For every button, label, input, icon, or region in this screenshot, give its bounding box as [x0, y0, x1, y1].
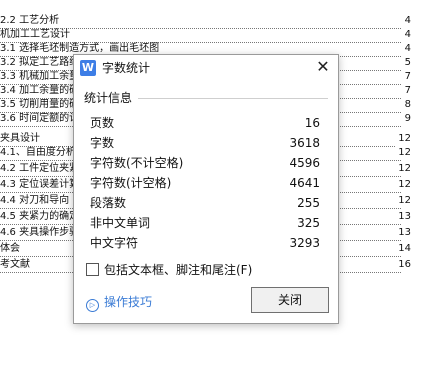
- toc-line: 2.2 工艺分析 4: [0, 14, 411, 29]
- stat-value: 4596: [289, 156, 320, 170]
- stat-label: 段落数: [90, 196, 127, 210]
- tips-label: 操作技巧: [104, 295, 153, 309]
- stat-chinese-chars: 中文字符 3293: [74, 233, 338, 253]
- stat-chars-with-spaces: 字符数(计空格) 4641: [74, 173, 338, 193]
- stat-label: 字符数(不计空格): [90, 156, 184, 170]
- stat-non-chinese-words: 非中文单词 325: [74, 213, 338, 233]
- stat-pages: 页数 16: [74, 113, 338, 133]
- toc-line: 机加工工艺设计 4: [0, 28, 411, 43]
- include-textboxes-option[interactable]: 包括文本框、脚注和尾注(F): [86, 263, 252, 277]
- stat-label: 中文字符: [90, 236, 139, 250]
- stat-value: 16: [304, 116, 320, 130]
- stat-value: 3293: [289, 236, 320, 250]
- wps-writer-icon: W: [80, 60, 96, 76]
- dialog-titlebar[interactable]: W 字数统计 ✕: [74, 55, 338, 81]
- close-button[interactable]: 关闭: [251, 287, 329, 313]
- stat-label: 页数: [90, 116, 115, 130]
- dialog-title: 字数统计: [102, 61, 151, 75]
- stat-label: 字符数(计空格): [90, 176, 172, 190]
- include-textboxes-checkbox[interactable]: [86, 263, 99, 276]
- tips-link[interactable]: ▷ 操作技巧: [86, 295, 152, 312]
- stat-label: 字数: [90, 136, 115, 150]
- stat-chars-no-spaces: 字符数(不计空格) 4596: [74, 153, 338, 173]
- stat-paragraphs: 段落数 255: [74, 193, 338, 213]
- section-divider: [138, 98, 328, 99]
- include-textboxes-label: 包括文本框、脚注和尾注(F): [104, 263, 253, 277]
- stat-value: 4641: [289, 176, 320, 190]
- stat-words: 字数 3618: [74, 133, 338, 153]
- close-icon[interactable]: ✕: [314, 58, 332, 76]
- stats-list: 页数 16 字数 3618 字符数(不计空格) 4596 字符数(计空格) 4641 段…: [74, 113, 338, 253]
- stat-value: 3618: [289, 136, 320, 150]
- stat-label: 非中文单词: [90, 216, 151, 230]
- play-circle-icon: ▷: [86, 299, 99, 312]
- stat-value: 325: [297, 216, 320, 230]
- stats-section-title: 统计信息: [84, 91, 133, 105]
- stat-value: 255: [297, 196, 320, 210]
- word-count-dialog: W 字数统计 ✕ 统计信息 页数 16 字数 3618 字符数(不计空格) 4596 …: [73, 54, 339, 324]
